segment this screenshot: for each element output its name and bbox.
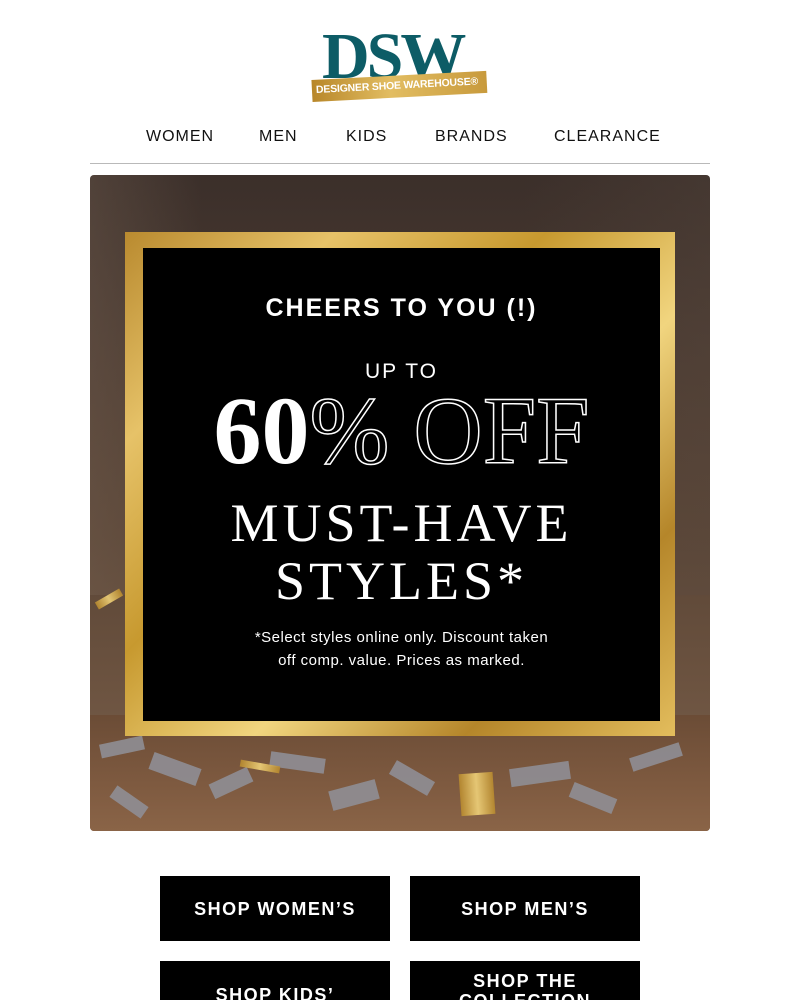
fine-print: *Select styles online only. Discount tak… <box>143 626 660 672</box>
shop-collection-button[interactable]: SHOP THE COLLECTION <box>410 961 640 1000</box>
nav-divider <box>90 163 710 164</box>
email-page: DSW DESIGNER SHOE WAREHOUSE® WOMEN MEN K… <box>0 0 800 1000</box>
discount-number: 60 <box>213 377 310 484</box>
shop-mens-button[interactable]: SHOP MEN’S <box>410 876 640 941</box>
fine-print-line-1: *Select styles online only. Discount tak… <box>254 629 549 646</box>
nav-item-women[interactable]: WOMEN <box>146 128 214 146</box>
promo-panel: CHEERS TO YOU (!) UP TO 60% OFF MUST-HAV… <box>143 248 660 721</box>
nav-item-kids[interactable]: KIDS <box>346 128 387 146</box>
shop-womens-button[interactable]: SHOP WOMEN’S <box>160 876 390 941</box>
shop-kids-button[interactable]: SHOP KIDS’ <box>160 961 390 1000</box>
gold-foil-frame: CHEERS TO YOU (!) UP TO 60% OFF MUST-HAV… <box>125 232 675 736</box>
gold-confetti-piece <box>458 771 496 817</box>
fine-print-line-2: off comp. value. Prices as marked. <box>278 652 525 669</box>
discount-suffix: % OFF <box>309 376 591 485</box>
hero-banner[interactable]: CHEERS TO YOU (!) UP TO 60% OFF MUST-HAV… <box>90 175 710 831</box>
hero-eyebrow: CHEERS TO YOU (!) <box>265 294 538 322</box>
dsw-logo[interactable]: DSW DESIGNER SHOE WAREHOUSE® <box>310 24 490 108</box>
headline-line-2: STYLES* <box>274 551 529 611</box>
headline-line-1: MUST-HAVE <box>230 493 573 553</box>
nav-item-men[interactable]: MEN <box>259 128 298 146</box>
nav-item-brands[interactable]: BRANDS <box>435 128 508 146</box>
main-nav: WOMEN MEN KIDS BRANDS CLEARANCE <box>90 128 710 150</box>
nav-item-clearance[interactable]: CLEARANCE <box>554 128 661 146</box>
hero-headline: MUST-HAVE STYLES* <box>143 494 660 610</box>
hero-discount: 60% OFF <box>143 376 660 486</box>
